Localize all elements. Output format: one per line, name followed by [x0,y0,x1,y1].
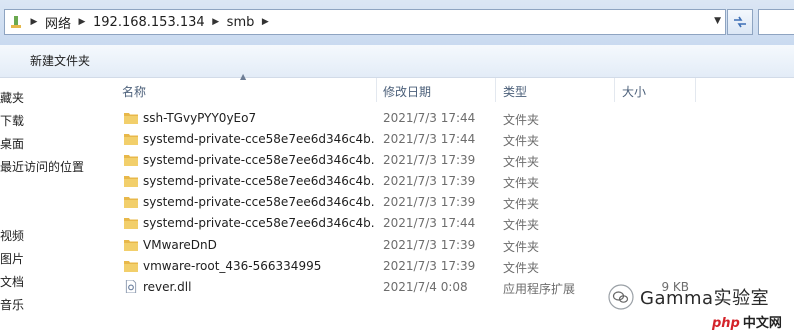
nav-item-desktop[interactable]: 桌面 [0,135,24,152]
file-name: systemd-private-cce58e7ee6d346c4b... [143,195,375,209]
command-bar: 新建文件夹 [0,45,794,78]
file-type: 文件夹 [503,176,540,190]
chevron-right-icon[interactable]: ▶ [258,17,272,27]
file-type: 文件夹 [503,240,540,254]
nav-item-downloads[interactable]: 下载 [0,112,24,129]
column-header-size-label: 大小 [622,85,647,99]
column-header-name-label: 名称 [122,85,147,99]
file-date: 2021/7/3 17:39 [383,259,476,273]
file-type: 文件夹 [503,113,540,127]
file-name: systemd-private-cce58e7ee6d346c4b... [143,174,375,188]
file-date: 2021/7/3 17:44 [383,216,476,230]
folder-icon [124,197,138,208]
column-header-name[interactable]: 名称 [110,78,376,102]
folder-icon [124,155,138,166]
nav-item-pictures[interactable]: 图片 [0,250,24,267]
chevron-right-icon[interactable]: ▶ [27,17,41,27]
watermark-text: Gamma实验室 [640,288,770,309]
address-bar-area: ▶ 网络 ▶ 192.168.153.134 ▶ smb ▶ ▼ [0,0,794,46]
file-type: 文件夹 [503,134,540,148]
file-row[interactable]: systemd-private-cce58e7ee6d346c4b... 202… [110,150,794,171]
folder-icon [124,261,138,272]
file-date: 2021/7/3 17:39 [383,174,476,188]
column-header-type-label: 类型 [503,85,528,99]
column-header-size[interactable]: 大小 [615,78,695,102]
address-dropdown-icon[interactable]: ▼ [714,16,721,26]
refresh-button[interactable] [727,9,753,35]
file-type: 应用程序扩展 [503,282,576,296]
breadcrumb: ▶ 网络 ▶ 192.168.153.134 ▶ smb ▶ [27,10,272,34]
folder-icon [124,218,138,229]
file-date: 2021/7/3 17:39 [383,153,476,167]
file-name: VMwareDnD [143,238,217,252]
dll-file-icon [125,280,137,293]
wechat-watermark: Gamma实验室 [608,284,769,310]
nav-item-favorites[interactable]: 藏夹 [0,89,24,106]
file-name: rever.dll [143,280,192,294]
site-logo-php: php [712,316,740,331]
file-type: 文件夹 [503,261,540,275]
file-row[interactable]: systemd-private-cce58e7ee6d346c4b... 202… [110,213,794,234]
file-name: systemd-private-cce58e7ee6d346c4b... [143,132,375,146]
refresh-icon [734,16,746,28]
file-row[interactable]: VMwareDnD 2021/7/3 17:39 文件夹 [110,235,794,256]
nav-item-videos[interactable]: 视频 [0,227,24,244]
folder-icon [124,113,138,124]
site-watermark: php 中文网 [712,312,782,331]
breadcrumb-share[interactable]: smb [223,15,259,30]
chevron-right-icon[interactable]: ▶ [75,17,89,27]
file-name: vmware-root_436-566334995 [143,259,322,273]
file-row[interactable]: systemd-private-cce58e7ee6d346c4b... 202… [110,129,794,150]
file-name: ssh-TGvyPYY0yEo7 [143,111,257,125]
folder-icon [124,176,138,187]
site-logo-cn: 中文网 [742,316,782,331]
file-type: 文件夹 [503,218,540,232]
file-name: systemd-private-cce58e7ee6d346c4b... [143,153,375,167]
file-row[interactable]: vmware-root_436-566334995 2021/7/3 17:39… [110,256,794,277]
column-header-modified-label: 修改日期 [383,85,432,99]
file-date: 2021/7/3 17:39 [383,238,476,252]
folder-icon [124,134,138,145]
file-date: 2021/7/3 17:44 [383,132,476,146]
navigation-pane: 藏夹 下载 桌面 最近访问的位置 视频 图片 文档 音乐 [0,78,104,332]
breadcrumb-host[interactable]: 192.168.153.134 [89,15,209,30]
file-row[interactable]: ssh-TGvyPYY0yEo7 2021/7/3 17:44 文件夹 [110,108,794,129]
file-date: 2021/7/3 17:44 [383,111,476,125]
address-bar[interactable]: ▶ 网络 ▶ 192.168.153.134 ▶ smb ▶ ▼ [4,9,726,35]
network-location-icon [5,11,27,33]
column-header-type[interactable]: 类型 [496,78,614,102]
new-folder-button[interactable]: 新建文件夹 [30,52,90,69]
file-type: 文件夹 [503,155,540,169]
search-input[interactable] [758,9,794,35]
wechat-icon [608,284,634,310]
file-row[interactable]: systemd-private-cce58e7ee6d346c4b... 202… [110,192,794,213]
nav-item-documents[interactable]: 文档 [0,273,24,290]
file-name: systemd-private-cce58e7ee6d346c4b... [143,216,375,230]
file-date: 2021/7/4 0:08 [383,280,468,294]
file-row[interactable]: systemd-private-cce58e7ee6d346c4b... 202… [110,171,794,192]
folder-icon [124,240,138,251]
column-header-modified[interactable]: 修改日期 [377,78,495,102]
chevron-right-icon[interactable]: ▶ [209,17,223,27]
column-divider[interactable] [695,78,696,102]
file-date: 2021/7/3 17:39 [383,195,476,209]
file-type: 文件夹 [503,197,540,211]
nav-item-recent[interactable]: 最近访问的位置 [0,158,84,175]
breadcrumb-network[interactable]: 网络 [41,13,75,32]
nav-item-music[interactable]: 音乐 [0,296,24,313]
